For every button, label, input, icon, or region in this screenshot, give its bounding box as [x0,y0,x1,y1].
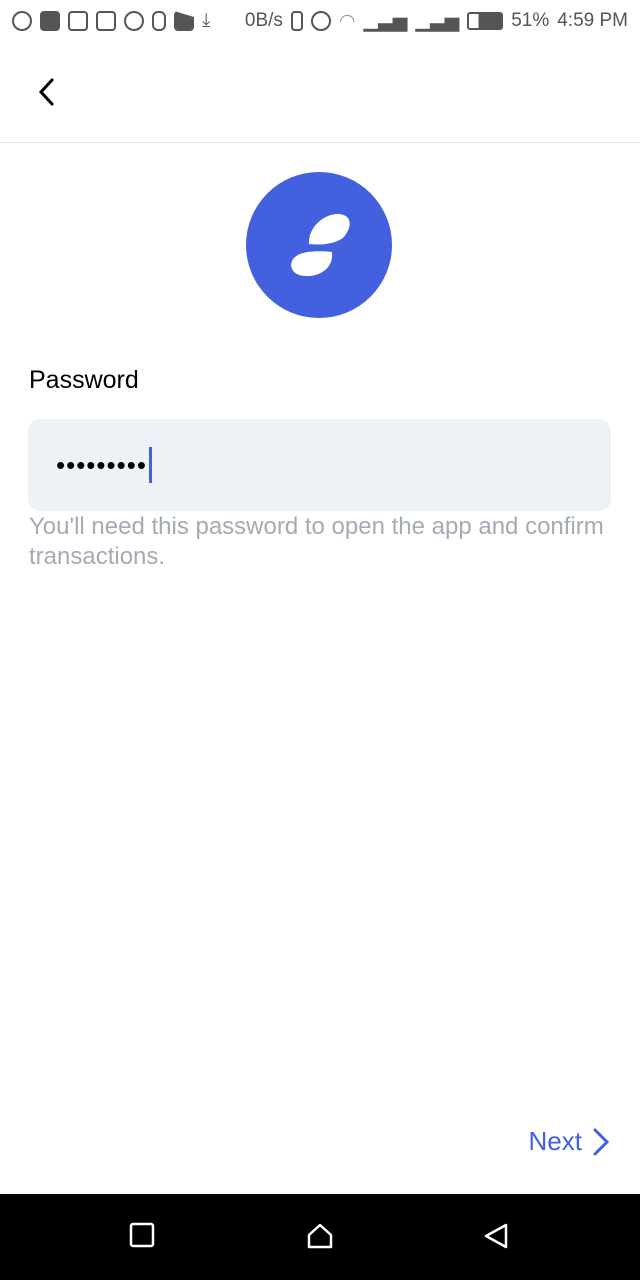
lock-icon [152,11,166,31]
back-arrow-icon[interactable] [32,76,64,108]
text-cursor [148,447,152,483]
clock: 4:59 PM [557,10,628,31]
gallery-icon [96,11,116,31]
net-speed: 0B/s [244,10,283,31]
download-icon: ⤓ [202,10,211,31]
s-icon [124,11,144,31]
password-input[interactable]: ••••••••• [28,419,611,511]
wifi-icon: ◠ [338,10,356,32]
battery-icon [467,12,504,30]
vibrate-icon [290,11,303,31]
youtube-icon [40,11,60,31]
alarm-icon [310,11,331,31]
gmail-icon [68,11,88,31]
task-icon [174,11,194,31]
whatsapp-icon [12,11,32,31]
password-hint: You'll need this password to open the ap… [29,513,604,570]
signal-icon-2: ▁▃▅ [415,10,460,32]
password-value: ••••••••• [56,449,147,480]
chevron-right-icon [593,1128,610,1155]
signal-icon: ▁▃▅ [363,10,408,32]
next-label: Next [528,1126,582,1156]
next-button[interactable]: Next [529,1126,610,1157]
home-icon[interactable] [306,1222,334,1250]
app-logo [246,172,392,318]
back-nav-icon[interactable] [483,1222,509,1250]
password-label: Password [29,366,139,394]
system-nav-bar [0,1194,640,1280]
header [0,42,640,143]
status-bar: ⤓ 0B/s ◠ ▁▃▅ ▁▃▅ 51% 4:59 PM [0,0,640,42]
battery-percent: 51% [511,10,550,31]
recents-icon[interactable] [129,1222,155,1248]
